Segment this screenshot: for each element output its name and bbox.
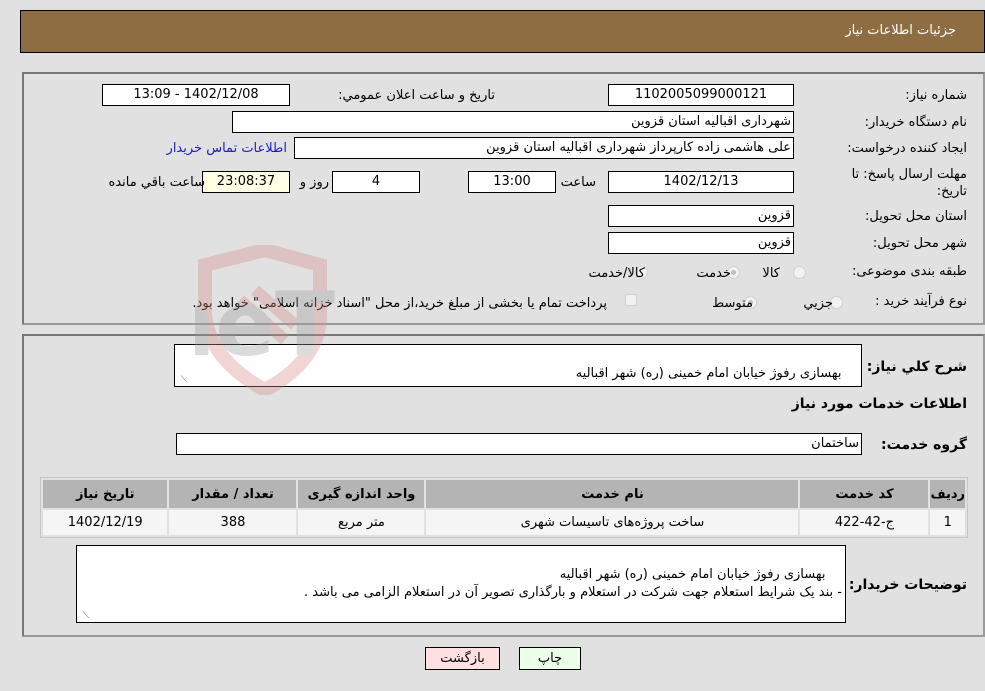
days-label: روز و [299,175,329,190]
cell-row-number: 1 [930,510,965,535]
need-details-panel: شماره نیاز: 1102005099000121 تاريخ و ساع… [22,72,985,325]
category-radio-goods[interactable] [793,266,806,279]
buyer-notes-label: توضیحات خریدار: [848,577,967,593]
page-header: جزئیات اطلاعات نیاز [20,10,985,53]
resize-handle-icon[interactable]: ⟋ [177,375,187,385]
buyer-org-field[interactable]: شهرداری اقبالیه استان قزوین [232,111,794,133]
remaining-time-field: 23:08:37 [202,171,290,193]
print-button[interactable]: چاپ [519,647,581,670]
buyer-notes-textarea[interactable]: بهسازی رفوژ خیابان امام خمینی (ره) شهر ا… [76,545,846,623]
category-option-goods: کالا [762,266,780,281]
process-label: نوع فرآیند خرید : [875,294,967,309]
category-option-service: خدمت [696,266,731,281]
requester-label: ایجاد کننده درخواست: [847,141,967,156]
need-number-field[interactable]: 1102005099000121 [608,84,794,106]
services-table: ردیف کد خدمت نام خدمت واحد اندازه گیری ت… [40,477,968,538]
services-section-title: اطلاعات خدمات مورد نیاز [791,396,967,412]
services-panel: شرح كلي نياز: بهسازی رفوژ خیابان امام خم… [22,334,985,637]
city-label: شهر محل تحویل: [872,236,967,251]
process-option-minor: جزيي [803,296,833,311]
col-header-name: نام خدمت [426,480,799,508]
col-header-unit: واحد اندازه گیری [298,480,425,508]
cell-service-code: ج-42-422 [800,510,929,535]
description-textarea[interactable]: بهسازی رفوژ خیابان امام خمینی (ره) شهر ا… [174,344,862,387]
buyer-contact-link[interactable]: اطلاعات تماس خریدار [167,141,287,156]
treasury-note: پرداخت تمام یا بخشی از مبلغ خرید،از محل … [192,296,607,311]
col-header-code: کد خدمت [800,480,929,508]
back-button[interactable]: بازگشت [425,647,500,670]
col-header-row: ردیف [930,480,965,508]
deadline-time-label: ساعت [560,175,596,190]
treasury-checkbox[interactable] [625,294,637,306]
category-option-goods-service: کالا/خدمت [588,266,645,281]
cell-service-name: ساخت پروژه‌های تاسیسات شهری [426,510,799,535]
service-group-field[interactable]: ساختمان [176,433,862,455]
remaining-days-field[interactable]: 4 [332,171,420,193]
process-option-medium: متوسط [712,296,753,311]
buyer-notes-text: بهسازی رفوژ خیابان امام خمینی (ره) شهر ا… [304,567,842,600]
province-field[interactable]: قزوین [608,205,794,227]
province-label: استان محل تحویل: [865,209,967,224]
table-row: 1 ج-42-422 ساخت پروژه‌های تاسیسات شهری م… [43,510,965,535]
requester-field[interactable]: علی هاشمی زاده کارپرداز شهرداری اقبالیه … [294,137,794,159]
deadline-date-field[interactable]: 1402/12/13 [608,171,794,193]
table-header-row: ردیف کد خدمت نام خدمت واحد اندازه گیری ت… [43,480,965,508]
resize-handle-icon[interactable]: ⟋ [79,611,89,621]
page-title: جزئیات اطلاعات نیاز [845,23,956,38]
description-label: شرح كلي نياز: [866,359,967,375]
announce-label: تاريخ و ساعت اعلان عمومي: [338,88,495,103]
announce-datetime-field[interactable]: 1402/12/08 - 13:09 [102,84,290,106]
city-field[interactable]: قزوین [608,232,794,254]
col-header-quantity: تعداد / مقدار [169,480,297,508]
category-label: طبقه بندی موضوعی: [851,264,967,279]
remaining-label: ساعت باقي مانده [108,175,205,190]
need-number-label: شماره نیاز: [905,88,967,103]
buyer-org-label: نام دستگاه خریدار: [864,115,967,130]
service-group-label: گروه خدمت: [881,437,967,453]
cell-unit: متر مربع [298,510,425,535]
deadline-time-field[interactable]: 13:00 [468,171,556,193]
description-text: بهسازی رفوژ خیابان امام خمینی (ره) شهر ا… [575,366,842,381]
cell-need-date: 1402/12/19 [43,510,168,535]
deadline-label: مهلت ارسال پاسخ: تا تاریخ: [851,167,967,199]
cell-quantity: 388 [169,510,297,535]
col-header-need-date: تاریخ نیاز [43,480,168,508]
